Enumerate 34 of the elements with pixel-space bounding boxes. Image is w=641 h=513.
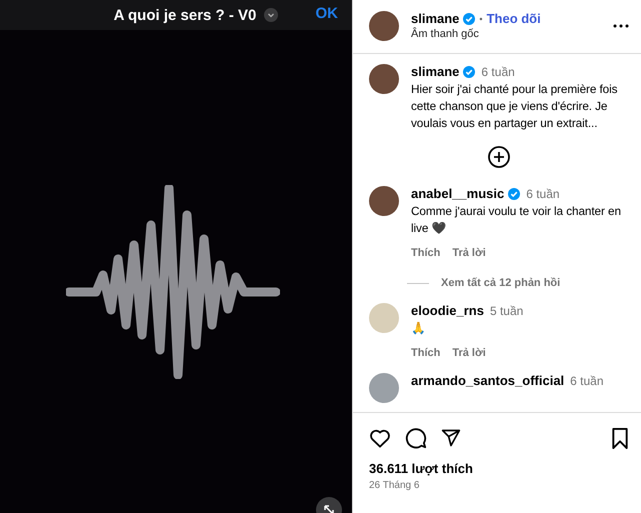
comment-text: 🙏: [411, 320, 427, 337]
reply-link[interactable]: Trả lời: [452, 347, 486, 359]
avatar[interactable]: [369, 186, 399, 216]
audio-label[interactable]: Âm thanh gốc: [411, 28, 601, 40]
send-icon[interactable]: [441, 428, 461, 448]
username[interactable]: slimane: [411, 64, 460, 79]
avatar[interactable]: [369, 10, 399, 40]
video-title: A quoi je sers ? - V0: [114, 6, 256, 24]
comment-icon[interactable]: [405, 427, 427, 449]
chevron-down-icon[interactable]: [264, 8, 278, 22]
like-link[interactable]: Thích: [411, 347, 440, 359]
username[interactable]: anabel__music: [411, 186, 504, 201]
separator-dot: •: [479, 14, 483, 24]
follow-link[interactable]: Theo dõi: [486, 11, 541, 26]
username[interactable]: slimane: [411, 11, 460, 26]
like-count[interactable]: 36.611 lượt thích: [369, 461, 629, 476]
like-link[interactable]: Thích: [411, 247, 440, 259]
timestamp: 6 tuần: [481, 64, 515, 78]
post-date: 26 Tháng 6: [369, 480, 420, 491]
comment-text: Comme j'aurai voulu te voir la chanter en live 🖤: [411, 203, 622, 237]
username[interactable]: eloodie_rns: [411, 303, 484, 318]
avatar[interactable]: [369, 64, 399, 94]
heart-icon[interactable]: [369, 428, 391, 448]
ok-button[interactable]: OK: [316, 5, 338, 22]
username[interactable]: armando_santos_official: [411, 373, 564, 388]
more-options-icon[interactable]: [613, 24, 629, 28]
view-replies-link[interactable]: Xem tất cả 12 phản hồi: [441, 277, 560, 289]
bookmark-icon[interactable]: [611, 428, 629, 448]
reply-link[interactable]: Trả lời: [452, 247, 486, 259]
caption-text: Hier soir j'ai chanté pour la première fois cette chanson que je viens d'écrire. Je voulais vous en partager un extrait...: [411, 81, 618, 132]
timestamp: 5 tuần: [490, 304, 524, 318]
timestamp: 6 tuần: [526, 186, 560, 200]
plus-circle-icon[interactable]: [488, 146, 510, 168]
timestamp: 6 tuần: [570, 374, 604, 388]
